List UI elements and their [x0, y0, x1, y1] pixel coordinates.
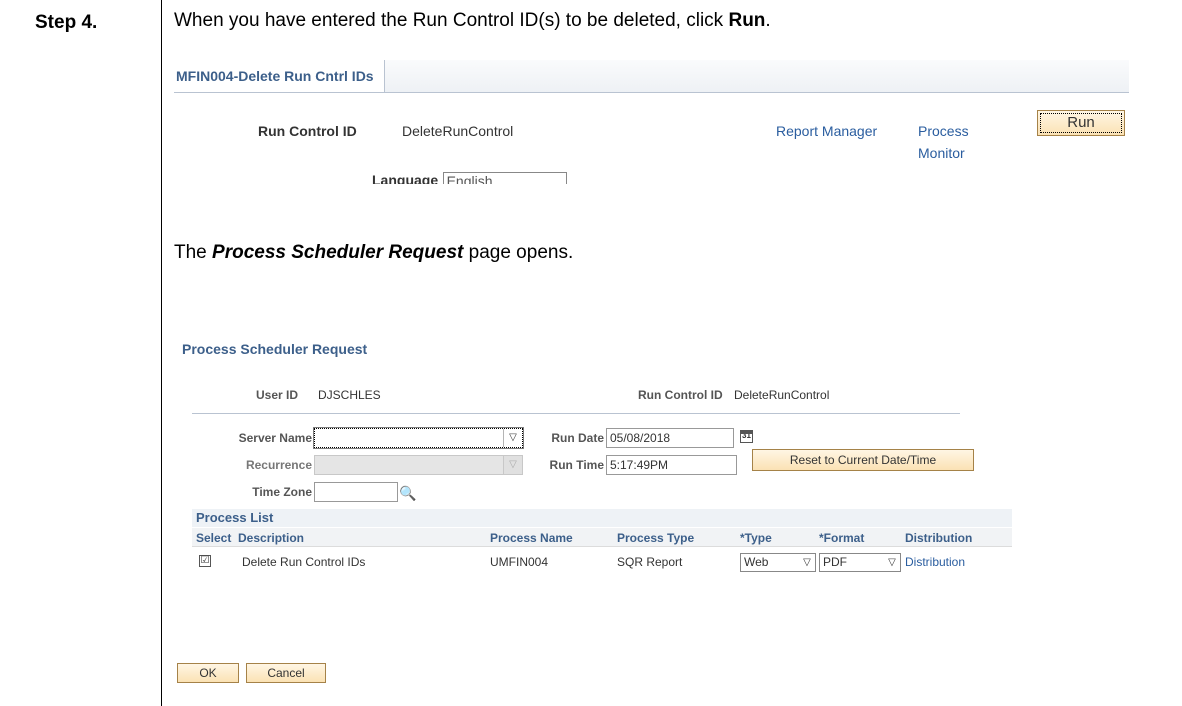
- page-opens-text: The Process Scheduler Request page opens…: [174, 242, 574, 263]
- user-id-label: User ID: [256, 388, 299, 402]
- run-time-input[interactable]: 5:17:49PM: [606, 455, 737, 475]
- ok-button[interactable]: OK: [177, 663, 239, 683]
- col-type: *Type: [740, 531, 772, 545]
- chevron-down-icon: ▽: [799, 554, 815, 571]
- row-process-name: UMFIN004: [490, 555, 549, 569]
- language-label: Language: [372, 172, 439, 184]
- run-date-input[interactable]: 05/08/2018: [606, 428, 734, 448]
- server-name-select[interactable]: ▽: [313, 427, 524, 449]
- col-select: Select: [196, 531, 232, 545]
- format-select[interactable]: PDF ▽: [819, 553, 901, 572]
- col-process-type: Process Type: [617, 531, 695, 545]
- language-select[interactable]: English: [442, 172, 567, 184]
- table-row: ☑ Delete Run Control IDs UMFIN004 SQR Re…: [192, 550, 1012, 574]
- process-list-title: Process List: [192, 509, 1012, 527]
- col-format: *Format: [819, 531, 865, 545]
- process-list-header: Select Description Process Name Process …: [192, 528, 1012, 547]
- col-description: Description: [238, 531, 305, 545]
- run-control-id-label: Run Control ID: [258, 123, 357, 139]
- row-process-type: SQR Report: [617, 555, 683, 569]
- type-select[interactable]: Web ▽: [740, 553, 816, 572]
- step-instruction: When you have entered the Run Control ID…: [174, 10, 771, 31]
- select-checkbox[interactable]: ☑: [199, 555, 211, 567]
- header-divider: [192, 413, 960, 414]
- distribution-link[interactable]: Distribution: [905, 555, 965, 569]
- tab-bar-divider: [174, 92, 1129, 93]
- chevron-down-icon: ▽: [884, 554, 900, 571]
- row-description: Delete Run Control IDs: [242, 555, 366, 569]
- run-button[interactable]: Run: [1037, 110, 1125, 136]
- col-process-name: Process Name: [490, 531, 573, 545]
- recurrence-select: ▽: [314, 455, 523, 475]
- report-manager-link[interactable]: Report Manager: [776, 123, 877, 139]
- user-id-value: DJSCHLES: [318, 388, 381, 402]
- calendar-icon[interactable]: 31: [740, 430, 753, 443]
- lookup-icon[interactable]: 🔍: [399, 485, 416, 502]
- run-date-label: Run Date: [551, 431, 604, 445]
- tab-mfin004[interactable]: MFIN004-Delete Run Cntrl IDs: [174, 60, 385, 92]
- recurrence-label: Recurrence: [245, 458, 312, 472]
- time-zone-label: Time Zone: [252, 485, 312, 499]
- time-zone-input[interactable]: [314, 482, 398, 502]
- run-control-id-value: DeleteRunControl: [402, 123, 514, 139]
- reset-date-time-button[interactable]: Reset to Current Date/Time: [752, 449, 974, 471]
- process-monitor-link[interactable]: Process Monitor: [918, 123, 969, 161]
- psr-page-title: Process Scheduler Request: [182, 341, 368, 357]
- table-divider: [161, 0, 162, 706]
- psr-run-control-value: DeleteRunControl: [734, 388, 830, 402]
- server-name-label: Server Name: [238, 431, 312, 445]
- step-label: Step 4.: [35, 12, 98, 33]
- cancel-button[interactable]: Cancel: [246, 663, 326, 683]
- language-row-cropped: Language English: [372, 168, 772, 184]
- psr-run-control-label: Run Control ID: [638, 388, 723, 402]
- run-time-label: Run Time: [549, 458, 604, 472]
- col-distribution: Distribution: [905, 531, 973, 545]
